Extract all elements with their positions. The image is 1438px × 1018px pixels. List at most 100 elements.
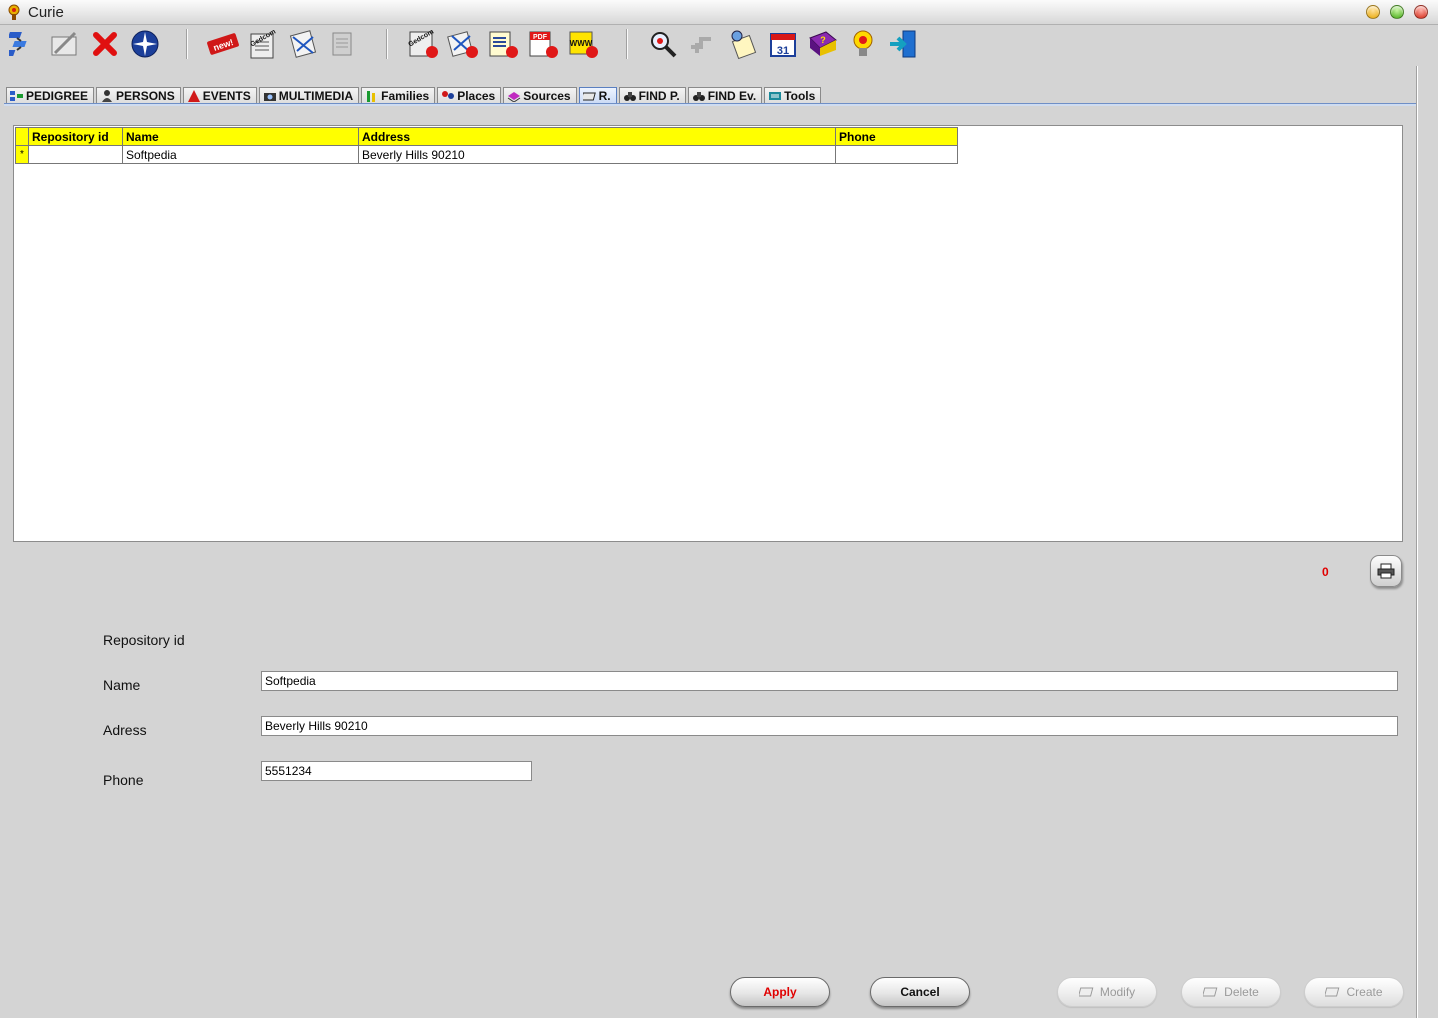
tab-events[interactable]: EVENTS	[182, 87, 257, 104]
cell-repository-id[interactable]	[28, 145, 123, 164]
printer-icon	[1377, 563, 1395, 579]
binoculars-icon	[692, 92, 705, 101]
event-icon	[187, 90, 200, 102]
row-indicator-header	[15, 127, 29, 146]
cell-name[interactable]: Softpedia	[122, 145, 359, 164]
tab-label: Places	[457, 89, 496, 103]
scroll-icon[interactable]	[726, 27, 760, 61]
tab-label: FIND P.	[638, 89, 680, 103]
import-icon[interactable]	[286, 27, 320, 61]
apply-button[interactable]: Apply	[730, 977, 830, 1007]
binoculars-icon	[623, 92, 636, 101]
tab-strip: PEDIGREE PERSONS EVENTS MULTIMEDIA Famil…	[6, 87, 823, 104]
delete-label: Delete	[1224, 985, 1259, 999]
print-button[interactable]	[1370, 555, 1402, 587]
card-icon	[1203, 987, 1218, 997]
minimize-button[interactable]	[1366, 5, 1380, 19]
maximize-button[interactable]	[1390, 5, 1404, 19]
apply-label: Apply	[763, 985, 797, 999]
cell-address[interactable]: Beverly Hills 90210	[358, 145, 836, 164]
links-icon[interactable]	[686, 27, 720, 61]
repository-grid[interactable]: Repository id Name Address Phone * Softp…	[13, 125, 1403, 542]
tab-label: PEDIGREE	[26, 89, 89, 103]
name-label: Name	[103, 677, 141, 693]
app-logo-icon	[8, 4, 20, 20]
tab-panel-border	[4, 103, 1417, 106]
card-icon	[1325, 987, 1340, 997]
column-header-phone[interactable]: Phone	[835, 127, 958, 146]
tab-repositories[interactable]: R.	[578, 87, 617, 104]
title-bar: Curie	[0, 0, 1438, 25]
pdf-export-icon[interactable]: PDF	[526, 27, 560, 61]
column-header-address[interactable]: Address	[358, 127, 836, 146]
repository-table: Repository id Name Address Phone * Softp…	[15, 127, 958, 164]
red-x-icon[interactable]	[88, 27, 122, 61]
close-window-button[interactable]	[1414, 5, 1428, 19]
tools-icon	[769, 92, 782, 100]
tab-label: Families	[381, 89, 430, 103]
record-count: 0	[1322, 565, 1329, 579]
tab-families[interactable]: Families	[361, 87, 436, 104]
phone-field[interactable]	[261, 761, 532, 781]
tab-find-persons[interactable]: FIND P.	[618, 87, 686, 104]
main-toolbar: new! Gedcom Gedcom PDF WWW 31 ?	[0, 25, 1438, 65]
pedigree-icon	[10, 91, 23, 101]
cell-phone[interactable]	[835, 145, 958, 164]
help-book-icon[interactable]: ?	[806, 27, 840, 61]
doc-export-icon[interactable]	[486, 27, 520, 61]
tab-find-events[interactable]: FIND Ev.	[687, 87, 763, 104]
modify-label: Modify	[1099, 985, 1136, 999]
tab-label: R.	[598, 89, 611, 103]
gedcom-icon[interactable]: Gedcom	[246, 27, 280, 61]
repository-id-label: Repository id	[103, 632, 185, 648]
svg-text:?: ?	[820, 35, 826, 45]
create-button[interactable]: Create	[1304, 977, 1404, 1007]
x-export-icon[interactable]	[446, 27, 480, 61]
toolbar-separator	[626, 29, 628, 59]
create-label: Create	[1346, 985, 1383, 999]
repository-icon	[582, 92, 596, 101]
address-field[interactable]	[261, 716, 1398, 736]
tree-icon[interactable]	[8, 27, 42, 61]
phone-label: Phone	[103, 772, 144, 788]
cancel-button[interactable]: Cancel	[870, 977, 970, 1007]
edit-pen-icon[interactable]	[48, 27, 82, 61]
column-header-repository-id[interactable]: Repository id	[28, 127, 123, 146]
toolbar-separator	[386, 29, 388, 59]
calendar-icon[interactable]: 31	[766, 27, 800, 61]
toolbar-separator	[186, 29, 188, 59]
tab-pedigree[interactable]: PEDIGREE	[6, 87, 95, 104]
family-icon	[367, 91, 376, 102]
new-badge-icon[interactable]: new!	[206, 27, 240, 61]
gedcom-export-icon[interactable]: Gedcom	[406, 27, 440, 61]
window-right-border	[1416, 66, 1418, 1018]
camera-icon	[263, 93, 276, 101]
sources-icon	[507, 92, 521, 102]
report-gray-icon[interactable]	[326, 27, 360, 61]
person-icon	[102, 90, 113, 102]
tab-label: EVENTS	[202, 89, 251, 103]
window-title: Curie	[28, 4, 64, 21]
cancel-label: Cancel	[900, 985, 940, 999]
table-row[interactable]: * Softpedia Beverly Hills 90210	[15, 145, 958, 164]
column-header-name[interactable]: Name	[122, 127, 359, 146]
card-icon	[1078, 987, 1094, 997]
tab-tools[interactable]: Tools	[764, 87, 822, 104]
tab-label: Tools	[784, 89, 816, 103]
lightbulb-icon[interactable]	[846, 27, 880, 61]
svg-text:PDF: PDF	[533, 34, 548, 41]
tab-sources[interactable]: Sources	[503, 87, 577, 104]
search-icon[interactable]	[646, 27, 680, 61]
places-icon	[442, 91, 455, 99]
table-header-row: Repository id Name Address Phone	[15, 127, 958, 146]
delete-button[interactable]: Delete	[1181, 977, 1281, 1007]
globe-icon[interactable]	[128, 27, 162, 61]
name-field[interactable]	[261, 671, 1398, 691]
modify-button[interactable]: Modify	[1057, 977, 1157, 1007]
tab-persons[interactable]: PERSONS	[96, 87, 181, 104]
www-export-icon[interactable]: WWW	[566, 27, 600, 61]
address-label: Adress	[103, 722, 147, 738]
exit-icon[interactable]	[886, 27, 920, 61]
tab-multimedia[interactable]: MULTIMEDIA	[258, 87, 360, 104]
tab-places[interactable]: Places	[437, 87, 502, 104]
